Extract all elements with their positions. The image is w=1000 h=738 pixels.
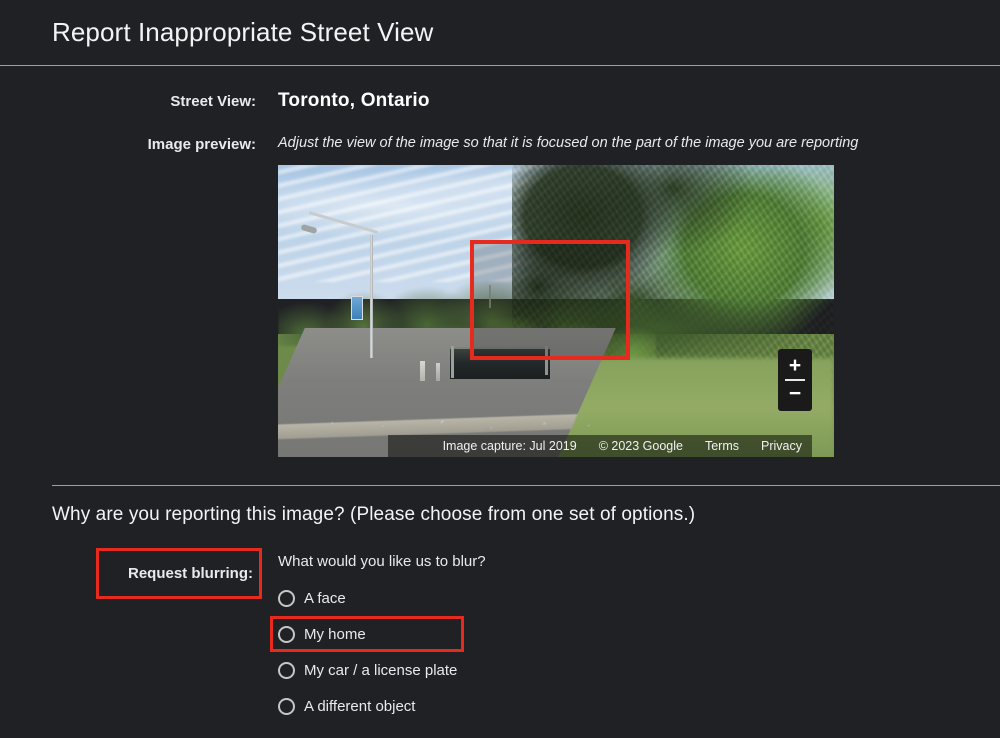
white-marker-post-2 [436, 363, 441, 381]
street-view-location: Toronto, Ontario [278, 90, 430, 111]
radio-option-my-car[interactable]: My car / a license plate [278, 652, 465, 688]
blue-roadside-sign [351, 296, 364, 321]
terms-link[interactable]: Terms [705, 439, 739, 453]
image-capture-date: Image capture: Jul 2019 [442, 438, 577, 453]
privacy-link[interactable]: Privacy [761, 439, 802, 453]
attribution-bar: Image capture: Jul 2019 © 2023 Google Te… [388, 434, 812, 457]
request-blurring-label-cell: Request blurring: [0, 548, 262, 599]
image-preview-label: Image preview: [147, 136, 256, 153]
request-blurring-label: Request blurring: [127, 565, 253, 582]
question-heading: Why are you reporting this image? (Pleas… [52, 504, 696, 525]
zoom-separator [785, 378, 805, 381]
street-view-row: Street View: Toronto, Ontario [0, 90, 1000, 112]
image-preview-cell: Adjust the view of the image so that it … [256, 135, 1000, 457]
street-view-value-cell: Toronto, Ontario [256, 90, 1000, 112]
report-form: Street View: Toronto, Ontario Image prev… [0, 66, 1000, 457]
blur-options-group: What would you like us to blur? A face M… [262, 548, 1000, 724]
zoom-out-button[interactable]: − [778, 381, 812, 407]
radio-option-a-face[interactable]: A face [278, 580, 354, 616]
reporting-reason-section: Why are you reporting this image? (Pleas… [0, 504, 1000, 724]
page-header: Report Inappropriate Street View [0, 0, 1000, 66]
page-title: Report Inappropriate Street View [52, 17, 434, 47]
gravel-shoulder [294, 410, 629, 437]
radio-circle-icon[interactable] [278, 661, 295, 679]
section-divider [52, 485, 1000, 486]
street-view-label: Street View: [170, 93, 256, 110]
radio-label: A face [304, 589, 346, 607]
report-selection-rectangle[interactable] [470, 239, 630, 360]
image-preview-hint: Adjust the view of the image so that it … [278, 135, 859, 151]
request-blurring-row: Request blurring: What would you like us… [0, 548, 1000, 724]
radio-circle-icon[interactable] [278, 697, 295, 715]
blur-radio-group[interactable]: A face My home My car / a license plate … [270, 580, 1000, 724]
zoom-control[interactable]: + − [778, 348, 812, 411]
radio-label: My home [304, 625, 366, 643]
street-lamp-pole [369, 235, 373, 358]
radio-label: A different object [304, 697, 416, 715]
street-view-panorama[interactable]: + − Image capture: Jul 2019 © 2023 Googl… [278, 164, 834, 457]
radio-circle-icon[interactable] [278, 625, 295, 643]
radio-circle-icon[interactable] [278, 589, 295, 607]
radio-label: My car / a license plate [304, 661, 458, 679]
blur-question-text: What would you like us to blur? [278, 553, 486, 570]
radio-option-my-home[interactable]: My home [270, 616, 464, 652]
request-blurring-highlight-box: Request blurring: [96, 548, 262, 599]
zoom-in-button[interactable]: + [778, 353, 812, 379]
copyright-text: © 2023 Google [598, 438, 683, 453]
image-preview-row: Image preview: Adjust the view of the im… [0, 135, 1000, 457]
white-marker-post-1 [419, 360, 425, 381]
shelter-post-left [451, 345, 455, 379]
radio-option-different-object[interactable]: A different object [278, 688, 423, 724]
